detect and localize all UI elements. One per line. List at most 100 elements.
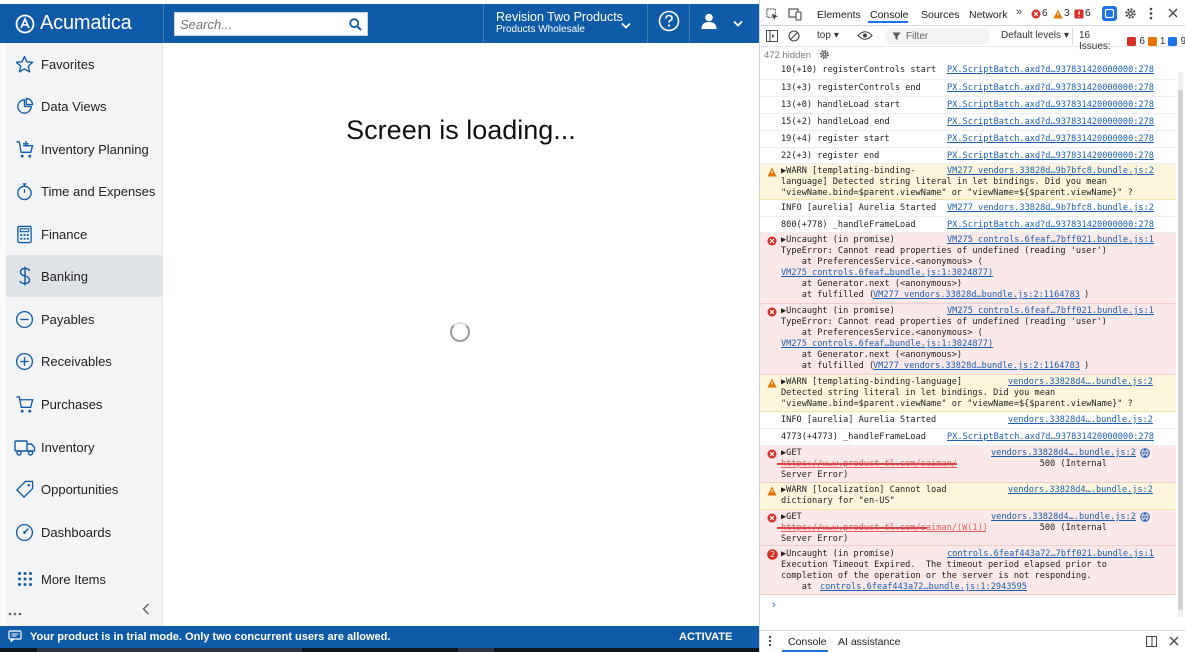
sidebar-item-label: Dashboards: [41, 524, 112, 540]
issues-button[interactable]: 16 Issues: 6 1 9: [1079, 30, 1185, 52]
network-request-icon[interactable]: [1140, 448, 1150, 461]
source-link[interactable]: VM277 vendors.33828d…9b7bfc8.bundle.js:2: [947, 203, 1154, 214]
tab-network[interactable]: Network: [969, 9, 1008, 21]
search-icon[interactable]: [343, 12, 367, 36]
sidebar-item-inventory-planning[interactable]: Inventory Planning: [6, 128, 163, 170]
issue-count: 6: [1085, 8, 1091, 19]
sidebar-footer: [0, 600, 163, 624]
gear-icon[interactable]: [819, 49, 830, 63]
dock-side-icon[interactable]: [1146, 636, 1157, 650]
source-link[interactable]: PX.ScriptBatch.axd?d…937831420000000:278: [947, 220, 1154, 231]
stack-link[interactable]: VM275 controls.6feaf…bundle.js:1:3024877…: [781, 339, 993, 350]
source-link[interactable]: PX.ScriptBatch.axd?d…937831420000000:278: [947, 83, 1154, 94]
tab-console[interactable]: Console: [870, 9, 909, 21]
error-counter[interactable]: 6: [1031, 8, 1048, 19]
drawer-tab-ai-assistance[interactable]: AI assistance: [838, 636, 900, 648]
sidebar-item-dashboards[interactable]: Dashboards: [6, 511, 163, 553]
stack-link[interactable]: VM277 vendors.33828d…bundle.js:2:1164783: [873, 361, 1080, 372]
warning-counter[interactable]: 3: [1053, 8, 1070, 19]
issue-warning-icon: [1147, 36, 1157, 46]
sidebar-item-payables[interactable]: Payables: [6, 298, 163, 340]
hidden-count: 472 hidden: [764, 50, 812, 61]
more-dots-icon[interactable]: [8, 604, 22, 622]
context-selector[interactable]: top ▾: [817, 30, 839, 41]
source-link[interactable]: vendors.33828d4….bundle.js:2: [991, 512, 1136, 523]
device-toolbar-icon[interactable]: [788, 8, 802, 24]
sidebar-item-label: Favorites: [41, 56, 95, 72]
console-message: 10(+10) registerControls start PX.ScriptB…: [760, 63, 1176, 80]
stack-link[interactable]: VM275 controls.6feaf…bundle.js:1:3024877…: [781, 268, 993, 279]
source-link[interactable]: controls.6feaf443a72…7bff021.bundle.js:1: [947, 549, 1154, 560]
sidebar-item-receivables[interactable]: Receivables: [6, 340, 163, 382]
logo[interactable]: Acumatica: [6, 4, 163, 43]
message-text: 13(+0) handleLoad start: [781, 100, 900, 110]
kebab-menu-icon[interactable]: [1149, 7, 1153, 23]
collapse-sidebar-icon[interactable]: [142, 602, 150, 620]
help-icon: [658, 10, 680, 37]
source-link[interactable]: vendors.33828d4….bundle.js:2: [1008, 485, 1153, 496]
sidebar-item-opportunities[interactable]: Opportunities: [6, 468, 163, 510]
sidebar-item-more-items[interactable]: More Items: [6, 558, 163, 600]
source-link[interactable]: PX.ScriptBatch.axd?d…937831420000000:278: [947, 134, 1154, 145]
network-request-icon[interactable]: [1140, 512, 1150, 525]
console-message: 22(+3) register end PX.ScriptBatch.axd?d……: [760, 148, 1176, 164]
source-link[interactable]: VM275 controls.6feaf…7bff021.bundle.js:1: [947, 235, 1154, 246]
sidebar-item-time-and-expenses[interactable]: Time and Expenses: [6, 170, 163, 212]
source-link[interactable]: vendors.33828d4….bundle.js:2: [1008, 415, 1153, 426]
eye-icon[interactable]: [857, 30, 873, 44]
sidebar-item-data-views[interactable]: Data Views: [6, 85, 163, 127]
tab-elements[interactable]: Elements: [817, 9, 861, 21]
hidden-messages-bar: 472 hidden: [764, 50, 829, 61]
sidebar-toggle-icon[interactable]: [766, 30, 778, 45]
sidebar-item-finance[interactable]: Finance: [6, 213, 163, 255]
user-menu[interactable]: [691, 4, 759, 43]
scrollbar-thumb[interactable]: [1178, 90, 1183, 610]
tab-sources[interactable]: Sources: [921, 9, 960, 21]
search-input[interactable]: [175, 16, 343, 32]
clear-console-icon[interactable]: [788, 30, 800, 45]
source-link[interactable]: PX.ScriptBatch.axd?d…937831420000000:278: [947, 151, 1154, 162]
extension-icon[interactable]: [1102, 6, 1117, 21]
drawer-menu-icon[interactable]: [768, 635, 772, 650]
source-link[interactable]: PX.ScriptBatch.axd?d…937831420000000:278: [947, 432, 1154, 443]
sidebar-item-purchases[interactable]: Purchases: [6, 383, 163, 425]
company-selector[interactable]: Revision Two Products Products Wholesale: [483, 4, 648, 43]
console-log: 10(+10) registerControls start PX.ScriptB…: [760, 63, 1176, 623]
activate-button[interactable]: ACTIVATE: [679, 631, 732, 643]
redaction-mark: [777, 463, 957, 465]
user-icon: [701, 13, 717, 34]
search-box[interactable]: [174, 12, 368, 36]
help-button[interactable]: [649, 4, 690, 43]
source-link[interactable]: vendors.33828d4….bundle.js:2: [991, 448, 1136, 459]
trial-message-text: Your product is in trial mode. Only two …: [30, 631, 391, 643]
console-warning: ▶WARN [localization] Cannot load diction…: [760, 483, 1176, 510]
error-icon: [767, 236, 777, 246]
gear-icon[interactable]: [1124, 7, 1137, 23]
filter-input[interactable]: Filter: [885, 28, 990, 45]
close-icon[interactable]: [1168, 8, 1178, 21]
console-message: 4773(+4773) _handleFrameLoad PX.ScriptBat…: [760, 429, 1176, 446]
sidebar-item-inventory[interactable]: Inventory: [6, 426, 163, 468]
source-link[interactable]: PX.ScriptBatch.axd?d…937831420000000:278: [947, 117, 1154, 128]
stack-link[interactable]: controls.6feaf443a72…bundle.js:1:2943595: [820, 582, 1027, 593]
source-link[interactable]: PX.ScriptBatch.axd?d…937831420000000:278: [947, 65, 1154, 76]
console-scrollbar[interactable]: [1178, 72, 1183, 617]
console-toolbar: top ▾ Filter Default levels ▾ 16 Issues:…: [760, 27, 1185, 52]
console-prompt[interactable]: ›: [772, 599, 776, 611]
cart-plus-icon: [6, 140, 41, 159]
source-link[interactable]: vendors.33828d4….bundle.js:2: [1008, 377, 1153, 388]
sidebar-item-favorites[interactable]: Favorites: [6, 43, 163, 85]
console-warning: ▶WARN [templating-binding-language] Dete…: [760, 375, 1176, 412]
source-link[interactable]: VM277 vendors.33828d…9b7bfc8.bundle.js:2: [947, 166, 1154, 177]
issue-counter[interactable]: 6: [1074, 8, 1091, 19]
inspect-element-icon[interactable]: [766, 8, 779, 24]
log-levels-dropdown[interactable]: Default levels ▾: [1001, 30, 1069, 41]
drawer-tab-console[interactable]: Console: [788, 636, 827, 648]
source-link[interactable]: PX.ScriptBatch.axd?d…937831420000000:278: [947, 100, 1154, 111]
more-tabs-icon[interactable]: »: [1016, 6, 1022, 18]
stack-link[interactable]: VM277 vendors.33828d…bundle.js:2:1164783: [873, 290, 1080, 301]
sidebar-item-banking[interactable]: Banking: [6, 255, 163, 297]
cart-icon: [6, 395, 41, 414]
source-link[interactable]: VM275 controls.6feaf…7bff021.bundle.js:1: [947, 306, 1154, 317]
close-icon[interactable]: [1169, 636, 1179, 649]
